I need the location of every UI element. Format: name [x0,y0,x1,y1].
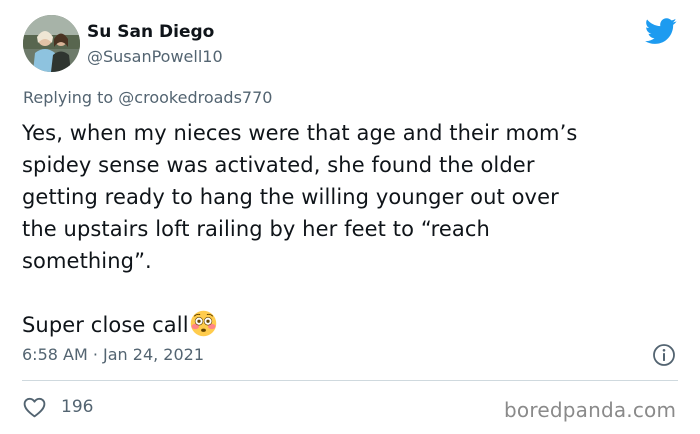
flushed-face-emoji-icon [190,310,216,337]
info-icon[interactable] [652,343,676,367]
tweet-text: Yes, when my nieces were that age and th… [22,117,672,341]
tweet-timestamp[interactable]: 6:58 AM · Jan 24, 2021 [22,345,204,364]
tweet-line: spidey sense was activated, she found th… [22,153,535,177]
heart-icon[interactable] [22,395,47,420]
tweet-closing-line: Super close call [22,309,672,341]
reply-mention-link[interactable]: @crookedroads770 [118,88,272,107]
like-count: 196 [61,397,94,417]
tweet-closing-text: Super close call [22,313,189,337]
replying-to-prefix: Replying to [23,88,114,107]
tweet-line: the upstairs loft railing by her feet to… [22,217,490,241]
divider [22,380,678,381]
watermark: boredpanda.com [504,398,677,422]
avatar[interactable] [23,15,80,72]
tweet-line: something”. [22,249,152,273]
replying-to: Replying to @crookedroads770 [23,88,272,107]
author-handle[interactable]: @SusanPowell10 [87,47,223,66]
author-display-name[interactable]: Su San Diego [87,22,214,42]
tweet-line: Yes, when my nieces were that age and th… [22,121,578,145]
twitter-bird-icon[interactable] [645,18,677,45]
tweet-line: getting ready to hang the willing younge… [22,185,559,209]
